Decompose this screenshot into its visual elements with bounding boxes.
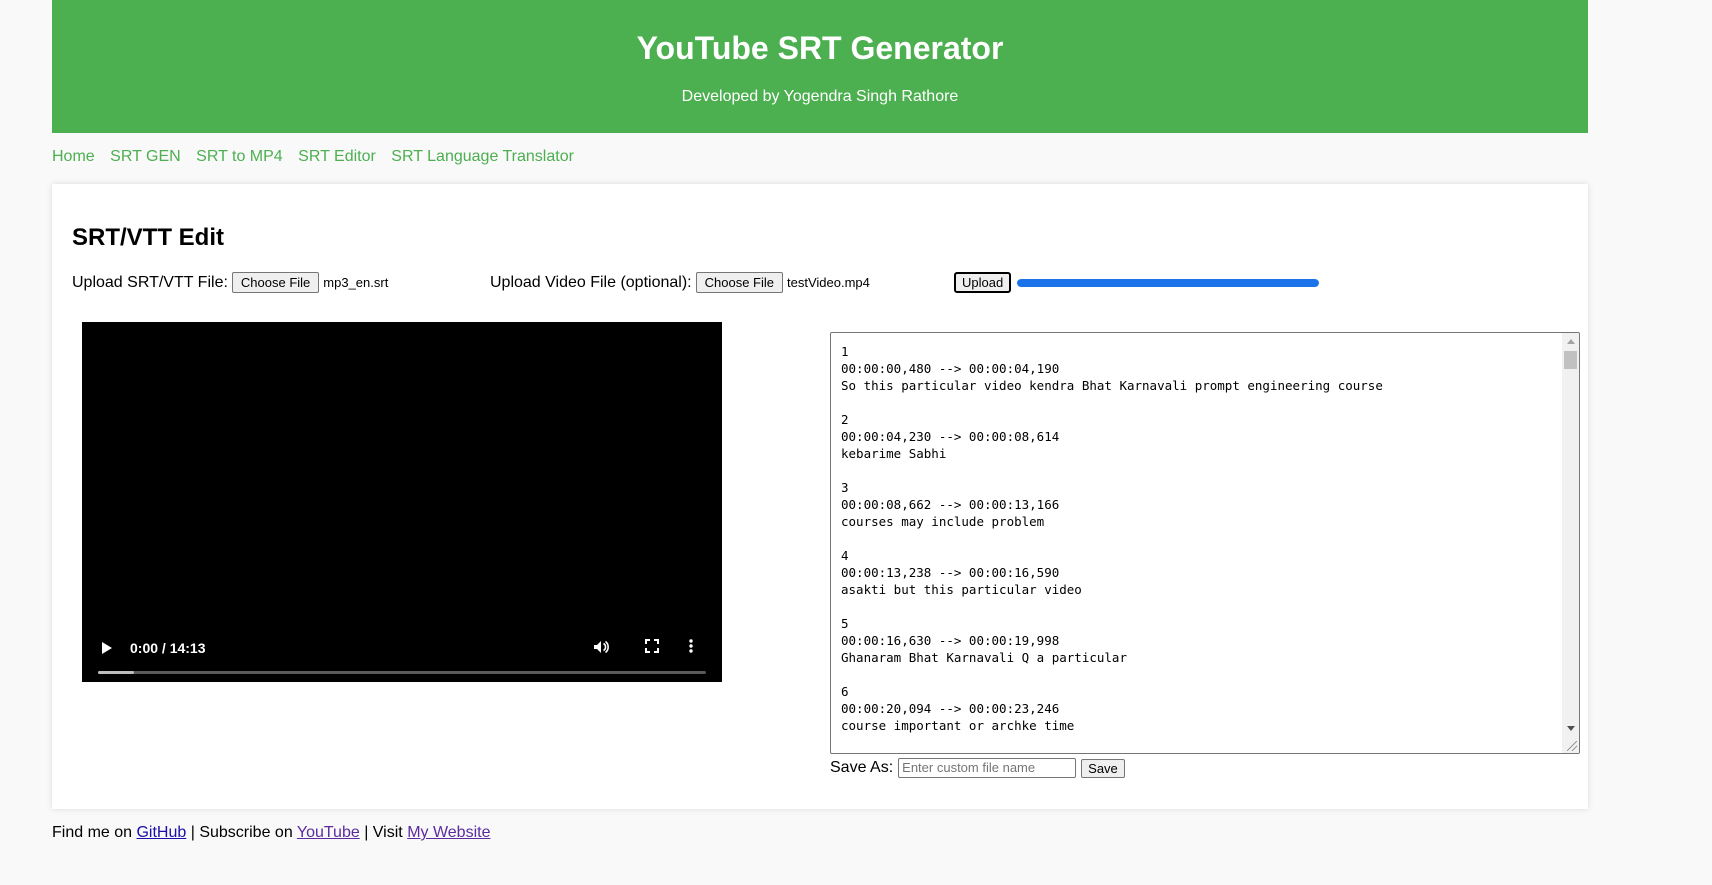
editor-card: SRT/VTT Edit Upload SRT/VTT File: Choose… (52, 184, 1588, 809)
editor-scrollbar[interactable] (1562, 333, 1579, 753)
srt-text-editor[interactable]: 1 00:00:00,480 --> 00:00:04,190 So this … (830, 332, 1580, 754)
video-choose-file-button[interactable]: Choose File (695, 272, 783, 293)
main-nav: Home SRT GEN SRT to MP4 SRT Editor SRT L… (52, 148, 585, 166)
scroll-thumb[interactable] (1564, 351, 1577, 369)
site-title: YouTube SRT Generator (636, 30, 1004, 66)
video-scrubber[interactable] (98, 671, 706, 674)
srt-upload-group: Upload SRT/VTT File: Choose File mp3_en.… (72, 272, 388, 293)
video-time: 0:00 / 14:13 (130, 640, 206, 656)
page: YouTube SRT Generator Developed by Yogen… (0, 0, 1712, 885)
scroll-down-icon[interactable] (1567, 726, 1575, 731)
volume-icon[interactable] (592, 638, 610, 661)
srt-text-content[interactable]: 1 00:00:00,480 --> 00:00:04,190 So this … (831, 333, 1579, 734)
srt-upload-label: Upload SRT/VTT File: (72, 273, 228, 291)
youtube-link[interactable]: YouTube (297, 824, 360, 841)
resize-grip-icon[interactable] (1567, 741, 1577, 751)
more-options-icon[interactable] (688, 638, 694, 659)
upload-control: Upload (954, 272, 1012, 293)
footer-sep-2: | Visit (359, 824, 408, 841)
website-link[interactable]: My Website (407, 824, 490, 841)
site-footer: Find me on GitHub | Subscribe on YouTube… (52, 824, 490, 842)
upload-progress-bar (1017, 279, 1319, 287)
save-as-label: Save As: (830, 759, 894, 776)
upload-button[interactable]: Upload (954, 272, 1012, 293)
nav-srt-editor[interactable]: SRT Editor (298, 148, 376, 165)
nav-srt-gen[interactable]: SRT GEN (110, 148, 181, 165)
site-header: YouTube SRT Generator Developed by Yogen… (52, 0, 1588, 133)
upload-progress-fill (1017, 279, 1319, 287)
footer-sep-1: | Subscribe on (186, 824, 297, 841)
video-upload-label: Upload Video File (optional): (490, 273, 692, 291)
upload-row: Upload SRT/VTT File: Choose File mp3_en.… (72, 272, 1472, 294)
file-name-input[interactable] (898, 758, 1077, 778)
github-link[interactable]: GitHub (136, 824, 186, 841)
nav-home[interactable]: Home (52, 148, 95, 165)
nav-srt-to-mp4[interactable]: SRT to MP4 (196, 148, 283, 165)
save-row: Save As: Save (830, 758, 1125, 778)
video-buffered-bar (98, 671, 135, 674)
play-icon[interactable] (102, 642, 112, 654)
srt-choose-file-button[interactable]: Choose File (231, 272, 320, 293)
footer-prefix: Find me on (52, 824, 137, 841)
page-title: SRT/VTT Edit (72, 224, 224, 251)
video-player[interactable]: 0:00 / 14:13 (82, 322, 722, 682)
video-controls: 0:00 / 14:13 (82, 622, 722, 682)
nav-srt-language-translator[interactable]: SRT Language Translator (391, 148, 574, 165)
site-subtitle: Developed by Yogendra Singh Rathore (681, 88, 959, 105)
scroll-up-icon[interactable] (1567, 339, 1575, 344)
save-button[interactable]: Save (1081, 758, 1125, 778)
video-upload-group: Upload Video File (optional): Choose Fil… (490, 272, 870, 293)
video-file-name: testVideo.mp4 (786, 275, 870, 290)
srt-file-name: mp3_en.srt (323, 275, 389, 290)
fullscreen-icon[interactable] (644, 638, 660, 659)
